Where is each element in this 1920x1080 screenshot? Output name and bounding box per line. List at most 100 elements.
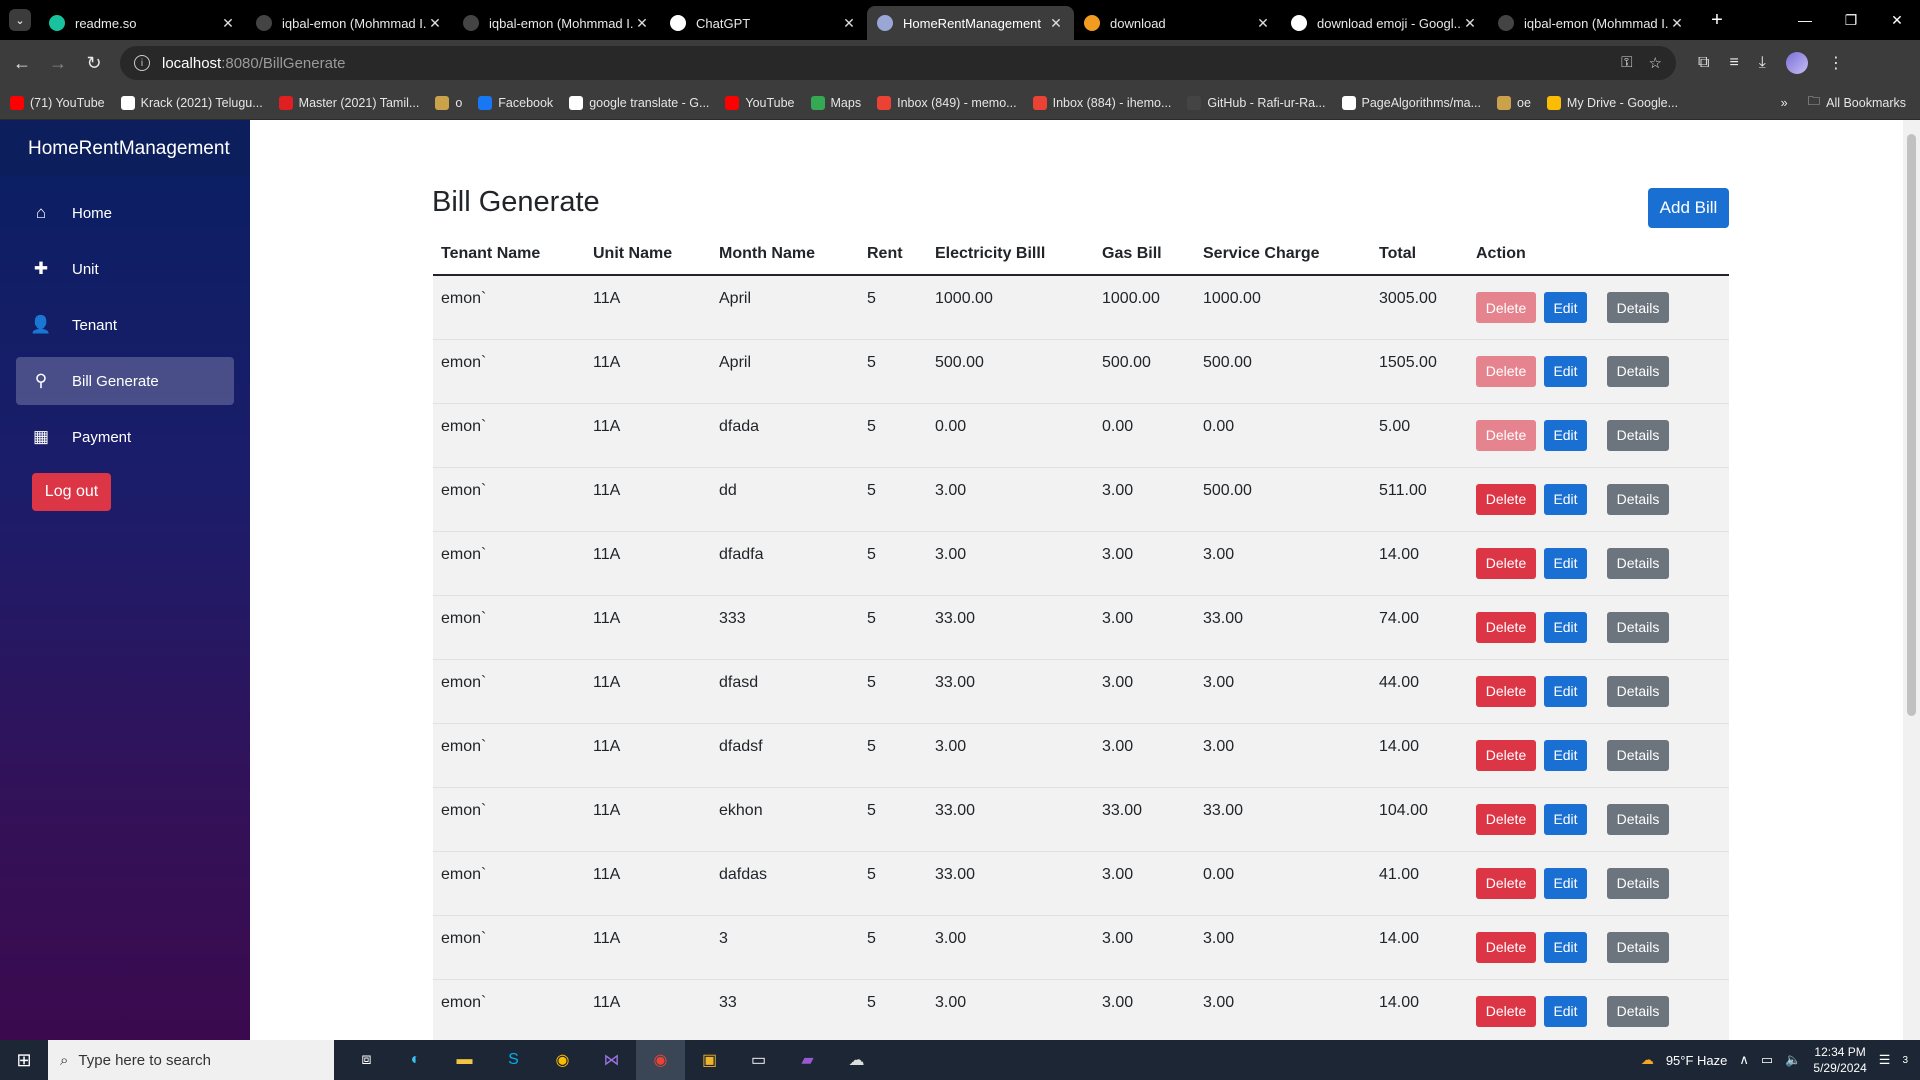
details-button[interactable]: Details: [1607, 419, 1669, 451]
visual-studio-icon[interactable]: ⋈: [587, 1040, 636, 1080]
tray-chevron-icon[interactable]: ∧: [1739, 1052, 1749, 1068]
details-button[interactable]: Details: [1607, 931, 1669, 963]
bookmark-star-icon[interactable]: ☆: [1649, 54, 1662, 72]
sidebar-item-tenant[interactable]: 👤 Tenant: [16, 301, 234, 349]
details-button[interactable]: Details: [1607, 739, 1669, 771]
file-explorer-icon[interactable]: ▬: [440, 1040, 489, 1080]
details-button[interactable]: Details: [1607, 483, 1669, 515]
scrollbar-thumb[interactable]: [1907, 134, 1916, 716]
delete-button[interactable]: Delete: [1476, 867, 1536, 899]
browser-tab[interactable]: iqbal-emon (Mohmmad I... ✕: [453, 6, 660, 40]
tab-close-icon[interactable]: ✕: [634, 15, 650, 32]
profile-avatar[interactable]: [1785, 52, 1808, 74]
network-icon[interactable]: ▭: [1761, 1052, 1773, 1068]
skype-icon[interactable]: S: [489, 1040, 538, 1080]
tab-close-icon[interactable]: ✕: [1048, 15, 1064, 32]
more-bookmarks-icon[interactable]: »: [1781, 96, 1788, 110]
sidebar-item-unit[interactable]: ✚ Unit: [16, 245, 234, 293]
details-button[interactable]: Details: [1607, 547, 1669, 579]
delete-button[interactable]: Delete: [1476, 675, 1536, 707]
edit-button[interactable]: Edit: [1544, 611, 1587, 643]
browser-tab[interactable]: iqbal-emon (Mohmmad I... ✕: [1488, 6, 1695, 40]
edit-button[interactable]: Edit: [1544, 995, 1587, 1027]
page-scrollbar[interactable]: [1903, 120, 1920, 1040]
sidebar-item-payment[interactable]: ▦ Payment: [16, 413, 234, 461]
tab-search-button[interactable]: ⌄: [9, 9, 31, 31]
delete-button[interactable]: Delete: [1476, 292, 1536, 323]
windows-start-icon[interactable]: ⊞: [0, 1050, 48, 1071]
code-editor-icon[interactable]: ▣: [685, 1040, 734, 1080]
delete-button[interactable]: Delete: [1476, 803, 1536, 835]
bookmark-item[interactable]: My Drive - Google...: [1546, 95, 1678, 110]
bookmark-item[interactable]: oe: [1497, 95, 1531, 110]
tab-close-icon[interactable]: ✕: [427, 15, 443, 32]
details-button[interactable]: Details: [1607, 292, 1669, 323]
edit-button[interactable]: Edit: [1544, 292, 1587, 323]
minimize-icon[interactable]: —: [1782, 12, 1828, 29]
bookmark-item[interactable]: Inbox (884) - ihemo...: [1032, 95, 1171, 110]
browser-tab[interactable]: iqbal-emon (Mohmmad I... ✕: [246, 6, 453, 40]
password-key-icon[interactable]: ⚿: [1621, 54, 1632, 72]
delete-button[interactable]: Delete: [1476, 995, 1536, 1027]
details-button[interactable]: Details: [1607, 675, 1669, 707]
bookmark-item[interactable]: PageAlgorithms/ma...: [1341, 95, 1481, 110]
bookmark-item[interactable]: Inbox (849) - memo...: [877, 95, 1017, 110]
reload-icon[interactable]: ↻: [76, 53, 112, 74]
media-controls-icon[interactable]: ≡: [1729, 54, 1738, 72]
edit-button[interactable]: Edit: [1544, 739, 1587, 771]
bookmark-item[interactable]: o: [435, 95, 462, 110]
edit-button[interactable]: Edit: [1544, 931, 1587, 963]
details-button[interactable]: Details: [1607, 867, 1669, 899]
details-button[interactable]: Details: [1607, 803, 1669, 835]
bookmark-item[interactable]: YouTube: [725, 95, 795, 110]
browser-tab[interactable]: ChatGPT ✕: [660, 6, 867, 40]
delete-button[interactable]: Delete: [1476, 739, 1536, 771]
back-icon[interactable]: ←: [4, 53, 40, 74]
tab-close-icon[interactable]: ✕: [1255, 15, 1271, 32]
site-info-icon[interactable]: i: [134, 55, 150, 71]
edit-button[interactable]: Edit: [1544, 867, 1587, 899]
weather-text[interactable]: 95°F Haze: [1666, 1053, 1728, 1068]
all-bookmarks-folder[interactable]: 🗀 All Bookmarks: [1808, 92, 1906, 113]
edit-button[interactable]: Edit: [1544, 675, 1587, 707]
notifications-icon[interactable]: ☰: [1879, 1052, 1891, 1068]
volume-icon[interactable]: 🔈: [1785, 1052, 1801, 1068]
brand-title[interactable]: HomeRentManagement: [0, 120, 250, 177]
terminal-icon[interactable]: ▭: [734, 1040, 783, 1080]
delete-button[interactable]: Delete: [1476, 419, 1536, 451]
sidebar-item-bill-generate[interactable]: ⚲ Bill Generate: [16, 357, 234, 405]
tab-close-icon[interactable]: ✕: [841, 15, 857, 32]
extensions-icon[interactable]: ⧉: [1698, 54, 1709, 72]
edit-button[interactable]: Edit: [1544, 547, 1587, 579]
close-window-icon[interactable]: ✕: [1874, 12, 1920, 29]
browser-tab[interactable]: HomeRentManagement ✕: [867, 6, 1074, 40]
details-button[interactable]: Details: [1607, 995, 1669, 1027]
tab-close-icon[interactable]: ✕: [220, 15, 236, 32]
visual-studio-2-icon[interactable]: ▰: [783, 1040, 832, 1080]
app-icon[interactable]: ☁: [832, 1040, 881, 1080]
browser-tab[interactable]: readme.so ✕: [39, 6, 246, 40]
bookmark-item[interactable]: Maps: [810, 95, 861, 110]
chrome-icon[interactable]: ◉: [538, 1040, 587, 1080]
delete-button[interactable]: Delete: [1476, 611, 1536, 643]
bookmark-item[interactable]: Facebook: [478, 95, 553, 110]
bookmark-item[interactable]: (71) YouTube: [10, 95, 105, 110]
tab-close-icon[interactable]: ✕: [1462, 15, 1478, 32]
browser-tab[interactable]: download emoji - Googl... ✕: [1281, 6, 1488, 40]
chrome-menu-icon[interactable]: ⋮: [1828, 53, 1844, 73]
delete-button[interactable]: Delete: [1476, 355, 1536, 387]
restore-icon[interactable]: ❐: [1828, 12, 1874, 29]
address-bar[interactable]: i localhost:8080/BillGenerate ⚿ ☆: [120, 46, 1676, 80]
delete-button[interactable]: Delete: [1476, 483, 1536, 515]
delete-button[interactable]: Delete: [1476, 547, 1536, 579]
edit-button[interactable]: Edit: [1544, 419, 1587, 451]
clock[interactable]: 12:34 PM 5/29/2024: [1813, 1044, 1866, 1076]
browser-tab[interactable]: download ✕: [1074, 6, 1281, 40]
edit-button[interactable]: Edit: [1544, 483, 1587, 515]
tab-close-icon[interactable]: ✕: [1669, 15, 1685, 32]
delete-button[interactable]: Delete: [1476, 931, 1536, 963]
new-tab-button[interactable]: +: [1703, 9, 1731, 32]
task-view-icon[interactable]: ⧈: [342, 1040, 391, 1080]
bookmark-item[interactable]: Master (2021) Tamil...: [278, 95, 419, 110]
details-button[interactable]: Details: [1607, 355, 1669, 387]
